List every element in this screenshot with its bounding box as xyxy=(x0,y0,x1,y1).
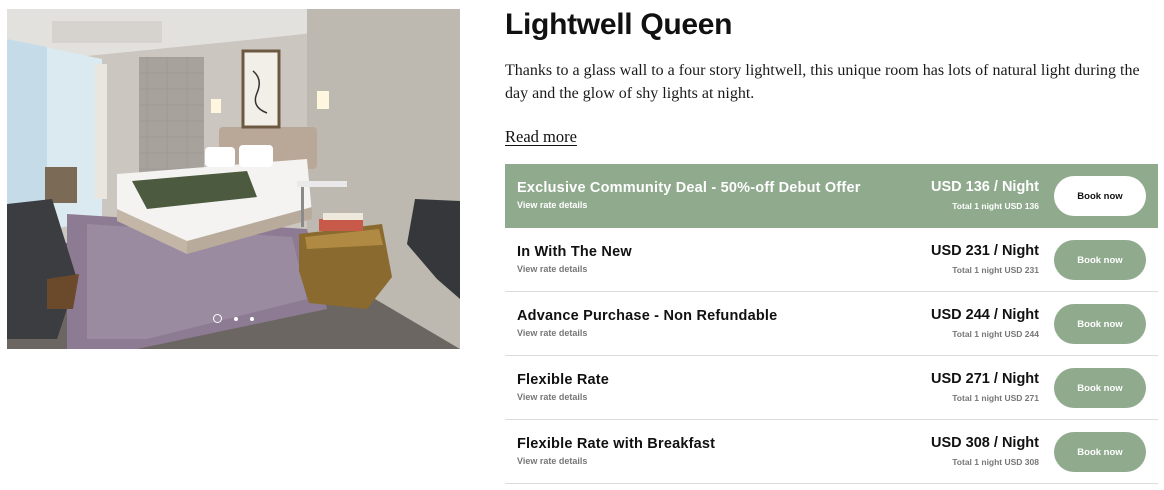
rate-row: In With The New View rate details USD 23… xyxy=(505,228,1158,292)
rate-row: Flexible Rate with Breakfast View rate d… xyxy=(505,420,1158,484)
rate-name: In With The New xyxy=(517,244,632,260)
rate-name: Flexible Rate xyxy=(517,372,610,388)
rate-name: Flexible Rate with Breakfast xyxy=(517,436,716,452)
rate-price: USD 136 / Night xyxy=(931,179,1039,195)
rate-total: Total 1 night USD 244 xyxy=(952,329,1039,339)
rate-price: USD 244 / Night xyxy=(931,307,1039,323)
carousel-dot-2[interactable] xyxy=(234,316,238,321)
room-description: Thanks to a glass wall to a four story l… xyxy=(505,62,1140,102)
carousel-dot-1[interactable] xyxy=(213,314,222,323)
view-rate-details-link[interactable]: View rate details xyxy=(517,200,587,210)
view-rate-details-link[interactable]: View rate details xyxy=(517,392,587,402)
rate-total: Total 1 night USD 231 xyxy=(952,265,1039,275)
book-now-button[interactable]: Book now xyxy=(1054,240,1146,280)
rate-price: USD 231 / Night xyxy=(931,243,1039,259)
book-now-button[interactable]: Book now xyxy=(1054,176,1146,216)
book-now-button[interactable]: Book now xyxy=(1054,368,1146,408)
room-photo-carousel[interactable] xyxy=(7,9,460,349)
read-more-link[interactable]: Read more xyxy=(505,127,577,147)
rate-name: Advance Purchase - Non Refundable xyxy=(517,308,778,324)
rate-price: USD 271 / Night xyxy=(931,371,1039,387)
rate-row: Exclusive Community Deal - 50%-off Debut… xyxy=(505,164,1158,228)
view-rate-details-link[interactable]: View rate details xyxy=(517,264,587,274)
rate-total: Total 1 night USD 271 xyxy=(952,393,1039,403)
rate-price: USD 308 / Night xyxy=(931,435,1039,451)
carousel-dot-3[interactable] xyxy=(250,316,254,321)
rate-total: Total 1 night USD 136 xyxy=(952,201,1039,211)
book-now-button[interactable]: Book now xyxy=(1054,304,1146,344)
room-photo xyxy=(7,9,460,349)
rate-total: Total 1 night USD 308 xyxy=(952,457,1039,467)
rate-name: Exclusive Community Deal - 50%-off Debut… xyxy=(517,180,861,196)
rate-row: Advance Purchase - Non Refundable View r… xyxy=(505,292,1158,356)
room-title: Lightwell Queen xyxy=(505,8,733,41)
view-rate-details-link[interactable]: View rate details xyxy=(517,456,587,466)
view-rate-details-link[interactable]: View rate details xyxy=(517,328,587,338)
book-now-button[interactable]: Book now xyxy=(1054,432,1146,472)
rates-list: Exclusive Community Deal - 50%-off Debut… xyxy=(505,164,1158,484)
carousel-dots xyxy=(7,314,460,323)
rate-row: Flexible Rate View rate details USD 271 … xyxy=(505,356,1158,420)
